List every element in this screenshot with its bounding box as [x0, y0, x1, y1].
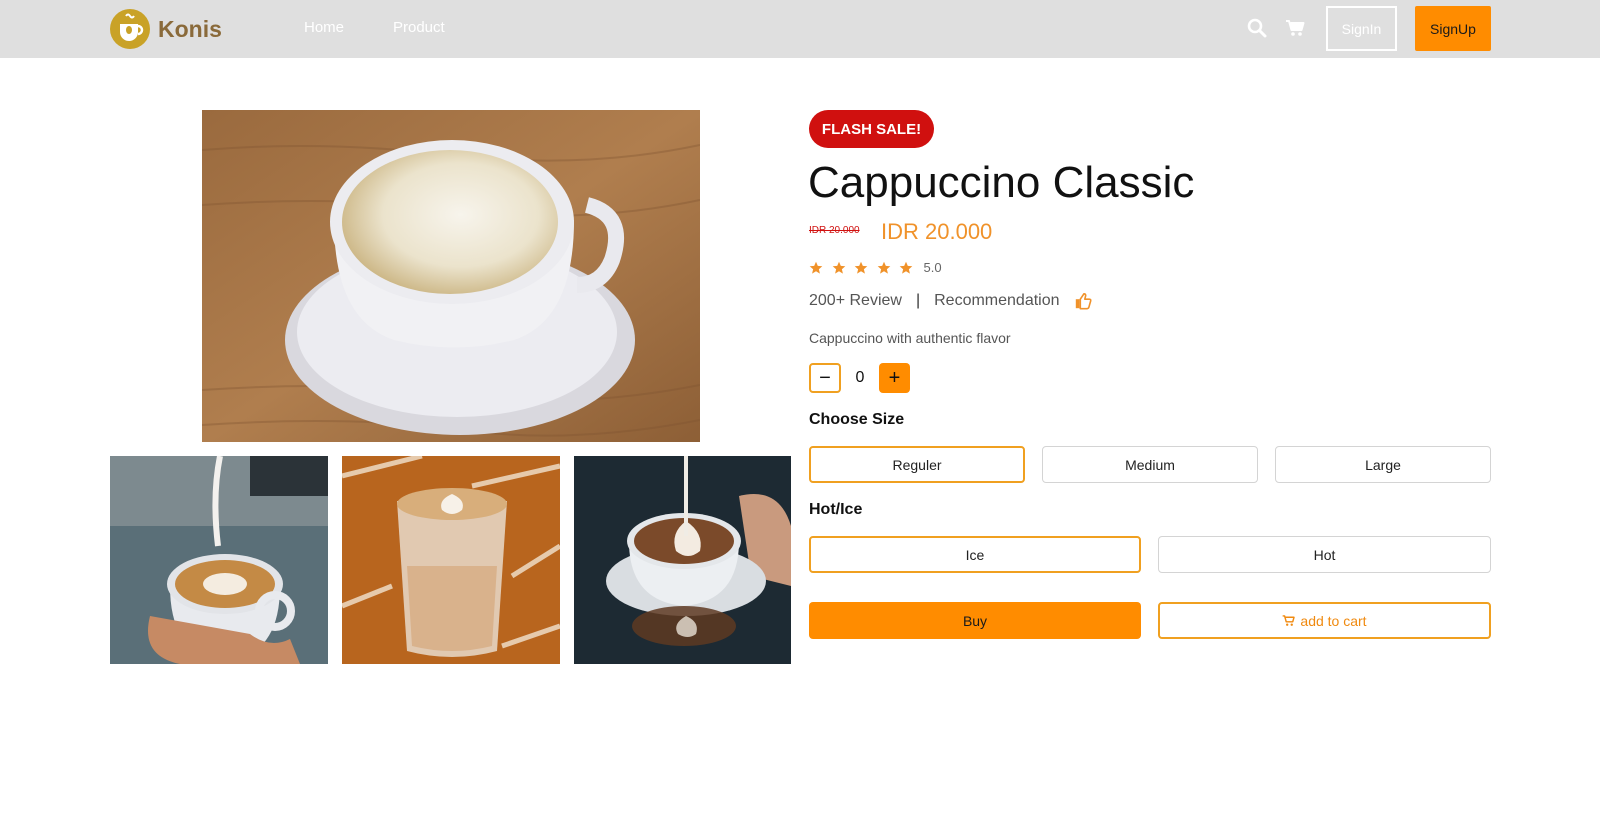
star-icon	[854, 261, 868, 274]
size-heading: Choose Size	[809, 411, 905, 428]
cart-icon	[1283, 615, 1296, 626]
quantity-increase-button[interactable]: +	[879, 363, 910, 393]
brand[interactable]: Konis	[110, 8, 222, 50]
rating-value: 5.0	[923, 260, 942, 275]
product-title: Cappuccino Classic	[808, 158, 1195, 207]
signin-button[interactable]: SignIn	[1326, 6, 1397, 51]
rating-stars: 5.0	[809, 260, 942, 275]
brand-name: Konis	[158, 15, 222, 42]
product-description: Cappuccino with authentic flavor	[809, 330, 1011, 346]
temperature-option-hot[interactable]: Hot	[1158, 536, 1491, 573]
main-product-image[interactable]	[202, 110, 700, 442]
quantity-decrease-button[interactable]: −	[809, 363, 841, 393]
separator: |	[915, 292, 921, 309]
size-option-reguler[interactable]: Reguler	[809, 446, 1025, 483]
top-navbar: Konis Home Product SignIn SignUp	[0, 0, 1600, 58]
star-icon	[899, 261, 913, 274]
review-row: 200+ Review | Recommendation	[809, 292, 1092, 310]
review-count[interactable]: 200+ Review	[809, 292, 902, 310]
current-price: IDR 20.000	[881, 219, 993, 244]
flash-sale-badge: FLASH SALE!	[809, 110, 934, 148]
cart-icon[interactable]	[1285, 18, 1307, 40]
thumbnail-image[interactable]	[574, 456, 791, 664]
add-to-cart-label: add to cart	[1300, 612, 1367, 629]
add-to-cart-button[interactable]: add to cart	[1158, 602, 1491, 639]
buy-button[interactable]: Buy	[809, 602, 1141, 639]
star-icon	[809, 261, 823, 274]
size-option-medium[interactable]: Medium	[1042, 446, 1258, 483]
thumbnail-image[interactable]	[342, 456, 560, 664]
recommendation-label: Recommendation	[934, 292, 1060, 309]
thumbs-up-icon[interactable]	[1074, 292, 1092, 310]
temperature-heading: Hot/Ice	[809, 501, 863, 518]
star-icon	[877, 261, 890, 274]
nav-product-link[interactable]: Product	[393, 19, 445, 36]
old-price: IDR 20.000	[809, 225, 860, 236]
nav-home-link[interactable]: Home	[304, 19, 344, 36]
signup-button[interactable]: SignUp	[1415, 6, 1491, 51]
quantity-value: 0	[855, 369, 865, 386]
search-icon[interactable]	[1247, 18, 1269, 40]
coffee-cup-logo-icon	[110, 9, 150, 49]
thumbnail-image[interactable]	[110, 456, 328, 664]
star-icon	[832, 261, 845, 274]
temperature-option-ice[interactable]: Ice	[809, 536, 1141, 573]
size-option-large[interactable]: Large	[1275, 446, 1491, 483]
